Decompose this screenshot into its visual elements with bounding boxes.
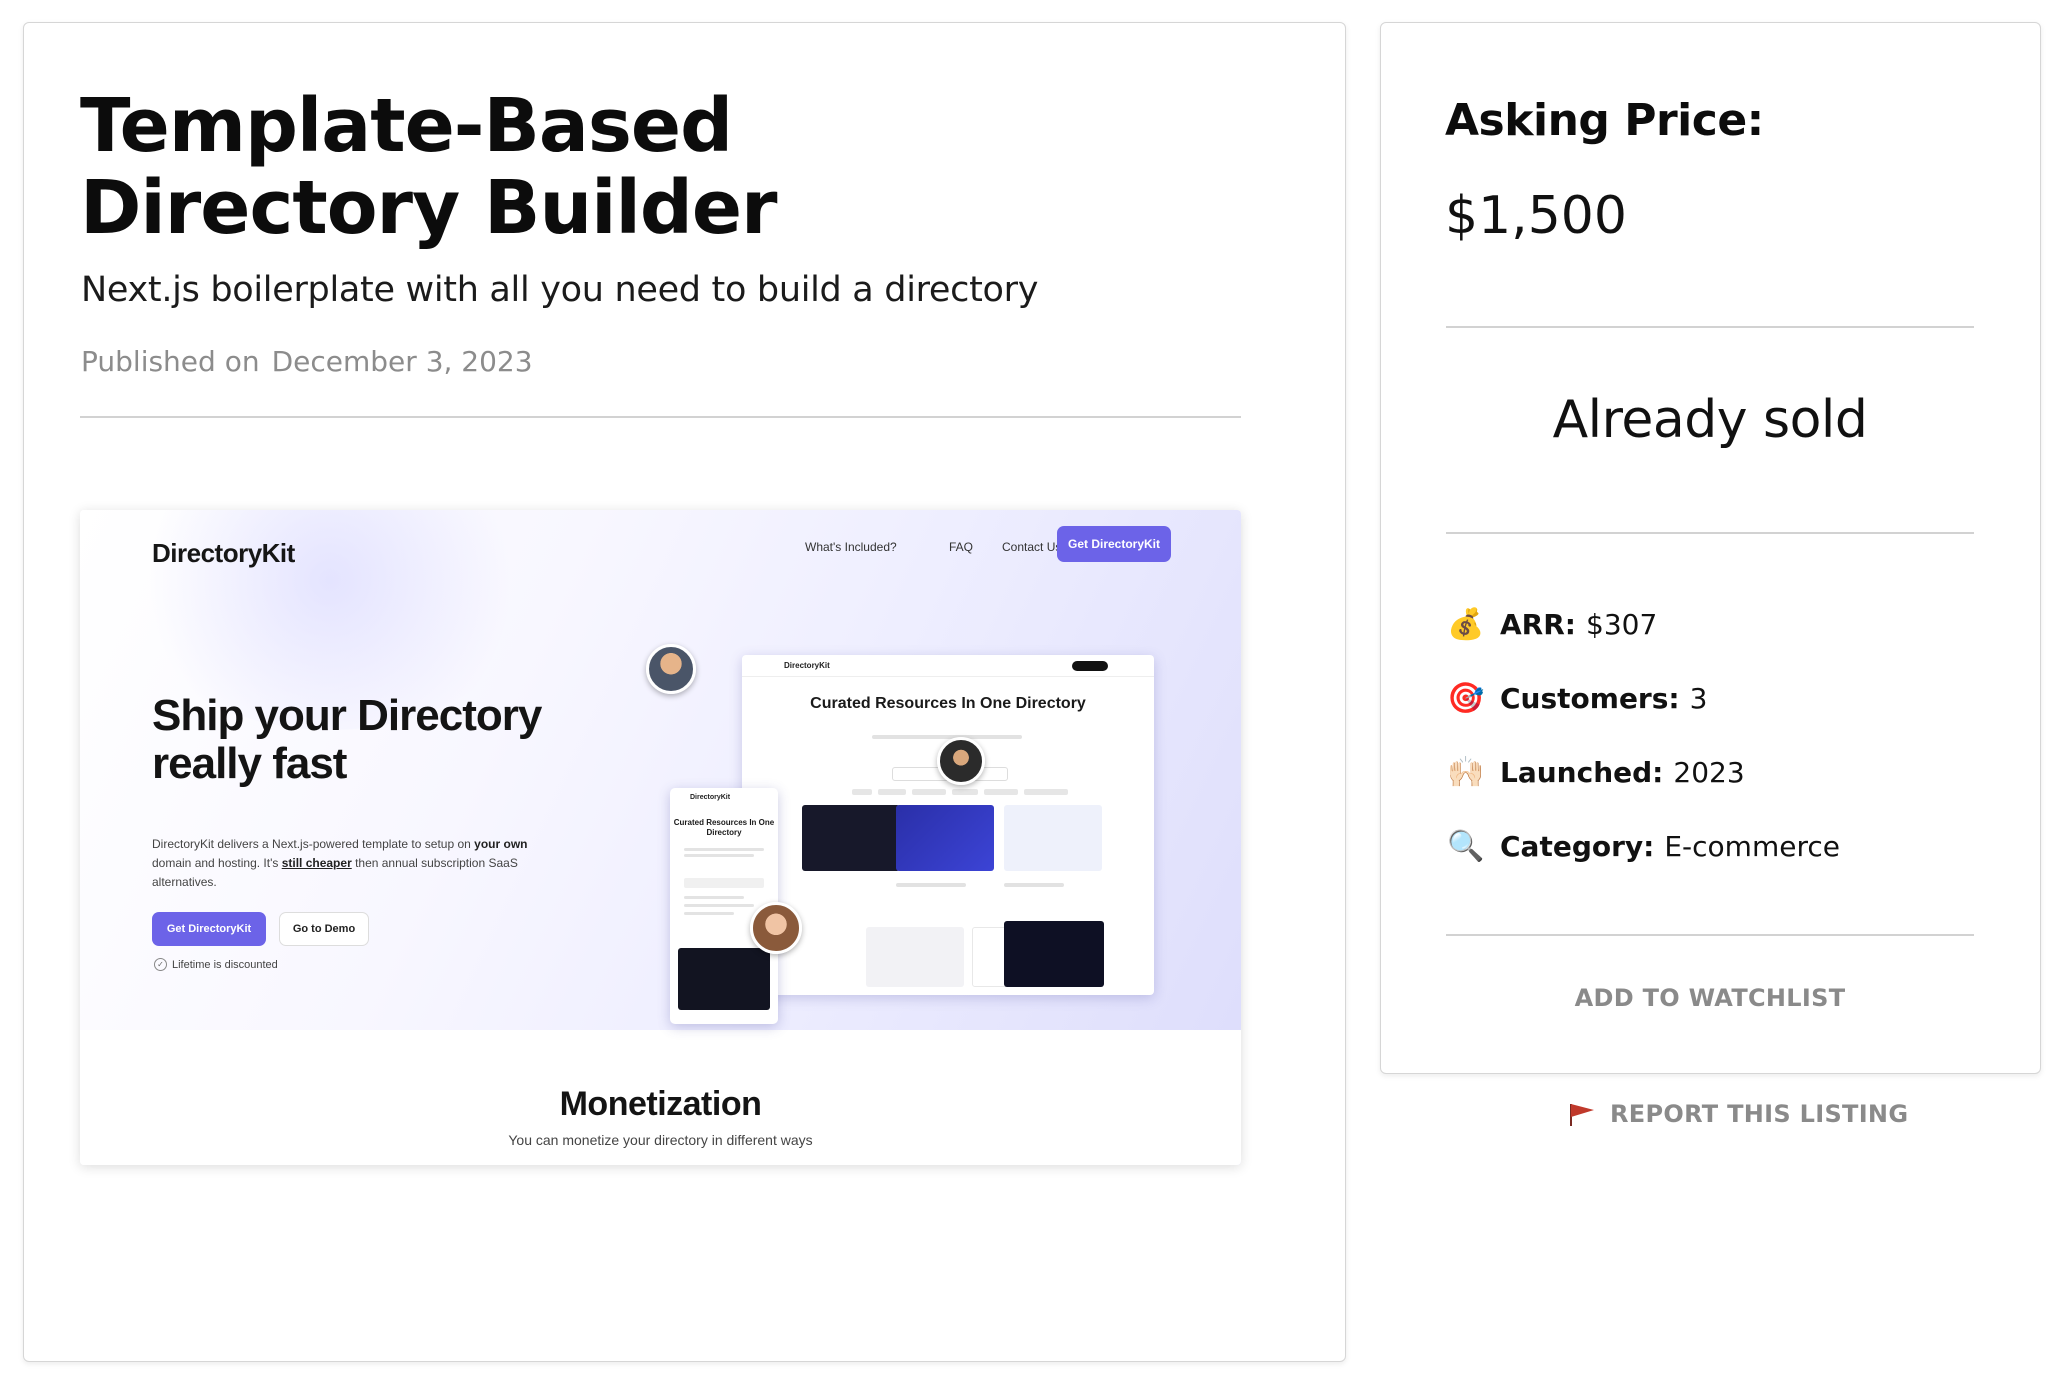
- listing-preview-image[interactable]: DirectoryKit What's Included? FAQ Contac…: [80, 510, 1241, 1165]
- target-icon: 🎯: [1447, 680, 1485, 716]
- status-divider: [1446, 532, 1974, 534]
- mock-phone-title: Curated Resources In One Directory: [673, 818, 775, 837]
- stat-customers-value: 3: [1689, 681, 1708, 715]
- report-listing-label: REPORT THIS LISTING: [1610, 1100, 1909, 1128]
- stat-category-value: E-commerce: [1664, 829, 1840, 863]
- preview-nav-cta: Get DirectoryKit: [1057, 526, 1171, 562]
- preview-nav-contact: Contact Us: [1002, 540, 1062, 554]
- stat-arr: 💰 ARR: $307: [1446, 604, 1657, 644]
- preview-primary-button: Get DirectoryKit: [152, 912, 266, 946]
- listing-title: Template-Based Directory Builder: [80, 83, 778, 251]
- listing-subtitle: Next.js boilerplate with all you need to…: [81, 270, 1039, 310]
- report-listing-link[interactable]: REPORT THIS LISTING: [1568, 1100, 1908, 1128]
- sold-status: Already sold: [1552, 390, 1868, 450]
- stat-launched-value: 2023: [1673, 755, 1745, 789]
- pricing-card: [1380, 22, 2041, 1074]
- price-divider: [1446, 326, 1974, 328]
- raised-hands-icon: 🙌🏻: [1447, 754, 1485, 790]
- stat-launched-label: Launched:: [1500, 755, 1664, 789]
- preview-desktop-mockup: DirectoryKit Curated Resources In One Di…: [742, 655, 1154, 995]
- preview-section-subtitle: You can monetize your directory in diffe…: [508, 1132, 813, 1148]
- stat-customers: 🎯 Customers: 3: [1446, 678, 1707, 718]
- preview-avatar-2: [937, 737, 985, 785]
- stats-divider: [1446, 934, 1974, 936]
- preview-nav-whats-included: What's Included?: [805, 540, 897, 554]
- published-date: December 3, 2023: [271, 345, 533, 378]
- stat-customers-label: Customers:: [1500, 681, 1680, 715]
- stat-launched: 🙌🏻 Launched: 2023: [1446, 752, 1745, 792]
- published-line: Published on December 3, 2023: [81, 345, 533, 378]
- stat-arr-value: $307: [1586, 607, 1658, 641]
- preview-logo: DirectoryKit: [152, 538, 295, 568]
- preview-nav-faq: FAQ: [949, 540, 974, 554]
- stat-arr-label: ARR:: [1500, 607, 1576, 641]
- asking-price-label: Asking Price:: [1445, 95, 1764, 146]
- flag-icon: [1570, 1104, 1594, 1126]
- mock-desktop-title: Curated Resources In One Directory: [810, 695, 1086, 712]
- stat-category-label: Category:: [1500, 829, 1655, 863]
- check-circle-icon: ✓: [154, 958, 167, 971]
- preview-headline: Ship your Directory really fast: [152, 691, 542, 788]
- preview-secondary-button: Go to Demo: [279, 912, 369, 946]
- asking-price-value: $1,500: [1445, 186, 1627, 246]
- preview-description: DirectoryKit delivers a Next.js-powered …: [152, 837, 528, 889]
- preview-section-title: Monetization: [559, 1085, 762, 1123]
- money-bag-icon: 💰: [1447, 606, 1485, 642]
- preview-avatar-1: [646, 644, 696, 694]
- published-label: Published on: [81, 345, 260, 378]
- preview-avatar-3: [750, 902, 802, 954]
- title-divider: [80, 416, 1241, 418]
- magnifier-icon: 🔍: [1447, 828, 1485, 864]
- stat-category: 🔍 Category: E-commerce: [1446, 826, 1840, 866]
- preview-discount-note: ✓ Lifetime is discounted: [154, 958, 278, 971]
- add-to-watchlist-button[interactable]: ADD TO WATCHLIST: [1446, 984, 1974, 1012]
